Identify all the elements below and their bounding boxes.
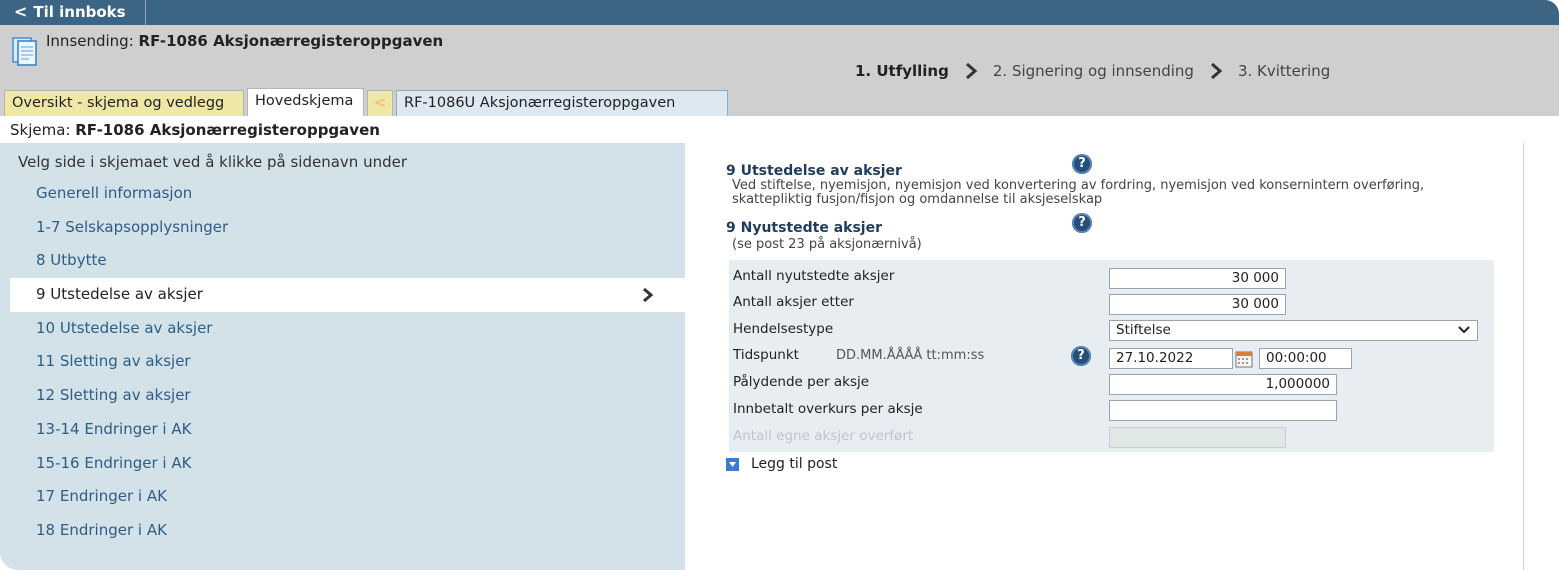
chevron-right-icon (965, 63, 978, 79)
schema-heading: Skjema: RF-1086 Aksjonærregisteroppgaven (0, 116, 1559, 143)
app-frame: < Til innboks Innsending: RF-1086 Aksjonæ… (0, 0, 1559, 570)
section-description-line1: Ved stiftelse, nyemisjon, nyemisjon ved … (732, 178, 1425, 193)
section-description-line2: skattepliktig fusjon/fisjon og omdannels… (732, 192, 1103, 207)
premium-input[interactable] (1109, 400, 1337, 421)
tab-main-form[interactable]: Hovedskjema (247, 88, 364, 116)
tab-back-button[interactable]: < (367, 90, 393, 116)
step-fill-in: 1. Utfylling (855, 62, 949, 80)
add-post-button[interactable]: Legg til post (726, 456, 837, 472)
help-icon[interactable]: ? (1072, 154, 1092, 174)
top-bar: < Til innboks (0, 0, 1559, 25)
schema-prefix: Skjema: (10, 121, 71, 139)
nav-item-label: 9 Utstedelse av aksjer (36, 285, 203, 304)
tab-subform[interactable]: RF-1086U Aksjonærregisteroppgaven (396, 90, 728, 116)
page-navigation: Velg side i skjemaet ved å klikke på sid… (0, 143, 685, 570)
field-label-par-value: Pålydende per aksje (733, 374, 870, 390)
nav-item-share-issue-9[interactable]: 9 Utstedelse av aksjer (10, 278, 685, 312)
nav-list: Generell informasjon 1-7 Selskapsopplysn… (10, 177, 685, 548)
back-to-inbox-button[interactable]: < Til innboks (0, 0, 146, 25)
nav-item-share-deletion-12[interactable]: 12 Sletting av aksjer (10, 379, 685, 413)
date-input[interactable]: 27.10.2022 (1109, 348, 1233, 369)
nav-item-share-issue-10[interactable]: 10 Utstedelse av aksjer (10, 312, 685, 346)
own-shares-input (1109, 427, 1286, 448)
nav-item-label: 11 Sletting av aksjer (36, 352, 191, 371)
new-shares-input[interactable]: 30 000 (1109, 268, 1286, 289)
step-signing: 2. Signering og innsending (992, 62, 1194, 80)
content-divider (1523, 143, 1524, 570)
nav-item-label: 8 Utbytte (36, 251, 107, 270)
field-label-new-shares: Antall nyutstedte aksjer (733, 268, 895, 284)
shares-after-input[interactable]: 30 000 (1109, 294, 1286, 315)
event-type-selected: Stiftelse (1116, 322, 1171, 338)
form-tabs: Oversikt - skjema og vedlegg Hovedskjema… (4, 88, 731, 116)
timestamp-format-hint: DD.MM.ÅÅÅÅ tt:mm:ss (836, 348, 985, 363)
chevron-down-icon (1458, 326, 1470, 334)
back-to-inbox-label: Til innboks (33, 3, 126, 21)
help-icon[interactable]: ? (1071, 346, 1091, 366)
section-title-share-issue: 9 Utstedelse av aksjer (726, 163, 902, 179)
submission-prefix: Innsending: (46, 32, 134, 50)
nav-item-label: 10 Utstedelse av aksjer (36, 318, 213, 337)
field-label-own-shares: Antall egne aksjer overført (733, 428, 914, 444)
nav-item-changes-18[interactable]: 18 Endringer i AK (10, 514, 685, 548)
header: Innsending: RF-1086 Aksjonærregisteroppg… (0, 25, 1559, 116)
schema-title: RF-1086 Aksjonærregisteroppgaven (75, 121, 380, 139)
progress-steps: 1. Utfylling 2. Signering og innsending … (855, 62, 1330, 80)
nav-item-label: 12 Sletting av aksjer (36, 386, 191, 405)
field-label-premium: Innbetalt overkurs per aksje (733, 401, 923, 417)
nav-instructions: Velg side i skjemaet ved å klikke på sid… (18, 153, 408, 171)
nav-item-dividend[interactable]: 8 Utbytte (10, 244, 685, 278)
arrow-down-icon (726, 457, 739, 471)
document-icon (12, 37, 37, 66)
step-receipt: 3. Kvittering (1237, 62, 1331, 80)
chevron-left-icon: < (14, 2, 28, 21)
nav-item-label: 15-16 Endringer i AK (36, 453, 192, 472)
field-label-shares-after: Antall aksjer etter (733, 294, 854, 310)
help-icon[interactable]: ? (1072, 213, 1092, 233)
submission-title: Innsending: RF-1086 Aksjonærregisteroppg… (46, 32, 443, 50)
section-title-new-shares: 9 Nyutstedte aksjer (726, 220, 883, 236)
nav-item-general-info[interactable]: Generell informasjon (10, 177, 685, 211)
nav-item-changes-13-14[interactable]: 13-14 Endringer i AK (10, 413, 685, 447)
nav-item-label: 17 Endringer i AK (36, 487, 167, 506)
nav-item-label: 18 Endringer i AK (36, 520, 167, 539)
section-subtitle: (se post 23 på aksjonærnivå) (732, 237, 922, 252)
field-label-timestamp: Tidspunkt (733, 347, 799, 363)
nav-item-changes-15-16[interactable]: 15-16 Endringer i AK (10, 447, 685, 481)
event-type-select[interactable]: Stiftelse (1109, 320, 1478, 341)
add-post-label: Legg til post (751, 456, 838, 472)
time-input[interactable]: 00:00:00 (1259, 348, 1352, 369)
field-label-event-type: Hendelsestype (733, 321, 834, 337)
nav-item-changes-17[interactable]: 17 Endringer i AK (10, 480, 685, 514)
nav-item-label: 13-14 Endringer i AK (36, 419, 192, 438)
nav-item-label: 1-7 Selskapsopplysninger (36, 217, 229, 236)
nav-item-label: Generell informasjon (36, 184, 193, 202)
nav-item-company-info[interactable]: 1-7 Selskapsopplysninger (10, 211, 685, 245)
submission-form-name: RF-1086 Aksjonærregisteroppgaven (138, 32, 444, 50)
nav-item-share-deletion-11[interactable]: 11 Sletting av aksjer (10, 345, 685, 379)
chevron-right-icon (1210, 63, 1223, 79)
calendar-icon[interactable] (1235, 350, 1253, 368)
chevron-right-icon (643, 287, 654, 303)
tab-overview[interactable]: Oversikt - skjema og vedlegg (4, 90, 244, 116)
par-value-input[interactable]: 1,000000 (1109, 374, 1337, 395)
